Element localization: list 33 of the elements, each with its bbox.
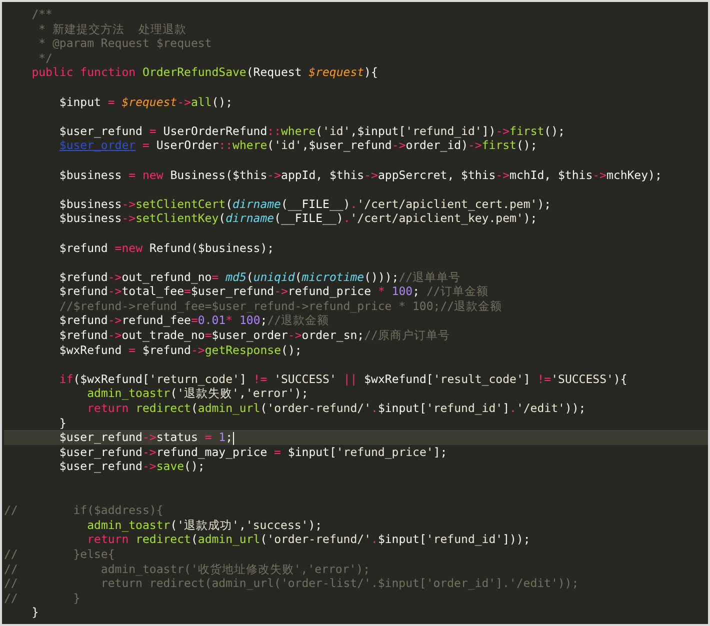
code-line: $user_refund->refund_may_price = $input['refund_price']; (58, 444, 448, 460)
code-line: /** (30, 7, 52, 22)
code-line: public function OrderRefundSave(Request $request){ (30, 65, 378, 80)
text-cursor (232, 432, 234, 445)
code-line: $user_refund = UserOrderRefund::where('id',$input['refund_id'])->first(); (58, 124, 565, 138)
code-line: $user_refund->save(); (58, 459, 205, 474)
code-line: // return redirect(admin_url('order-list/'.$input['order_id'].'/edit')); (4, 576, 579, 591)
code-line: $business = new Business($this->appId, $this->appSercret, $this->mchId, $this->mchKey); (58, 168, 662, 182)
code-line: // if($address){ (4, 503, 164, 518)
code-line: * @param Request $request (38, 36, 212, 51)
code-line: admin_toastr('退款失败','error'); (86, 386, 308, 402)
code-line: } (58, 416, 66, 430)
code-line: */ (38, 50, 52, 66)
code-line: $business->setClientKey(dirname(__FILE__).'/cert/apiclient_key.pem'); (58, 211, 538, 226)
code-line: return redirect(admin_url('order-refund/'.$input['refund_id'])); (86, 532, 530, 547)
code-line: $refund->total_fee=$user_refund->refund_price * 100; //订单金额 (58, 284, 488, 299)
code-line: admin_toastr('退款成功','success'); (86, 518, 322, 532)
code-line: $refund =new Refund($business); (58, 240, 274, 256)
code-line: // }else{ (4, 546, 115, 562)
code-line: $refund->refund_fee=0.01* 100;//退款金额 (58, 313, 330, 328)
code-line: $wxRefund = $refund->getResponse(); (58, 342, 302, 358)
code-line: $user_order = UserOrder::where('id',$user_refund->order_id)->first(); (58, 138, 538, 153)
code-line: return redirect(admin_url('order-refund/'.$input['refund_id'].'/edit')); (86, 401, 586, 416)
code-line: $refund->out_refund_no= md5(uniqid(microtime()));//退单单号 (58, 270, 461, 284)
code-line: //$refund->refund_fee=$user_refund->refund_price * 100;//退款金额 (58, 298, 502, 314)
code-line: $input = $request->all(); (58, 94, 233, 110)
code-line: if($wxRefund['return_code'] != 'SUCCESS' || $wxRefund['result_code'] !='SUCCESS'){ (58, 372, 628, 386)
code-line: } (30, 605, 39, 620)
code-line: * 新建提交方法 处理退款 (38, 22, 186, 36)
code-line: $refund->out_trade_no=$user_order->order_sn;//原商户订单号 (58, 328, 450, 343)
code-line: // admin_toastr('收货地址修改失败','error'); (4, 562, 370, 576)
code-line: // } (4, 590, 80, 606)
code-line: $business->setClientCert(dirname(__FILE__).'/cert/apiclient_cert.pem'); (58, 196, 552, 212)
